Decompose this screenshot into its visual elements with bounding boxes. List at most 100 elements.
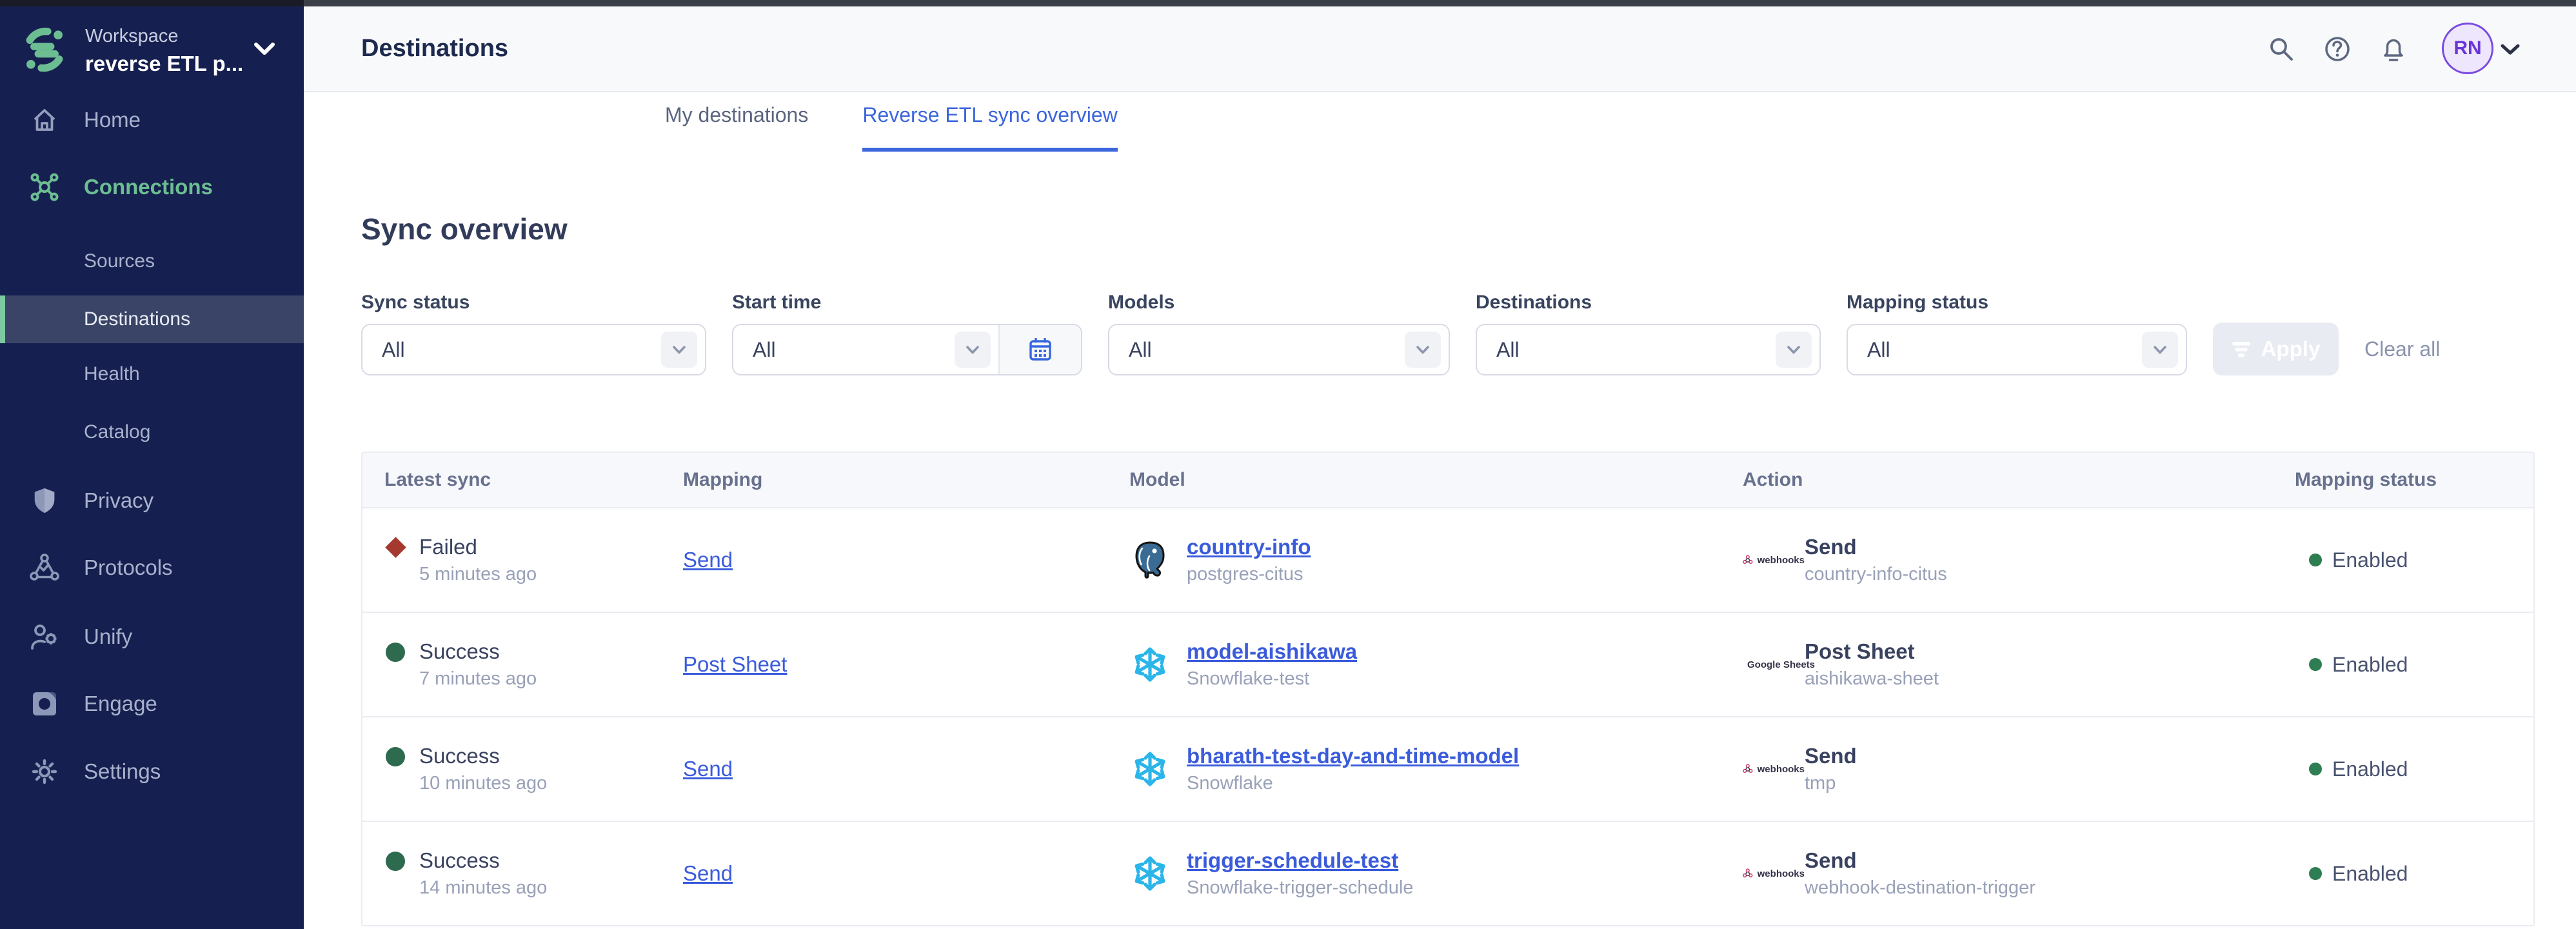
sync-time-text: 7 minutes ago [419,666,537,692]
filter-label: Mapping status [1847,292,2187,314]
mapping-status-select[interactable]: All [1847,324,2187,375]
mapping-cell: Send [683,861,1129,886]
filter-label: Start time [732,292,1082,314]
sidebar-item-label: Destinations [84,308,190,330]
model-link[interactable]: country-info [1187,533,1311,561]
sidebar-item-health[interactable]: Health [0,350,304,398]
action-subtitle: webhook-destination-trigger [1805,875,2036,901]
sidebar-item-connections[interactable]: Connections [0,164,304,210]
mapping-cell: Send [683,757,1129,781]
sidebar-item-label: Catalog [84,421,150,443]
filter-start-time: Start time All [732,292,1082,375]
mapping-link[interactable]: Send [683,757,733,781]
sidebar-item-privacy[interactable]: Privacy [0,477,304,524]
gear-icon [30,757,59,786]
action-cell: webhooks Send tmp [1743,742,2295,796]
avatar[interactable]: RN [2442,23,2493,74]
action-name: Post Sheet [1805,637,1939,666]
chevron-down-icon[interactable] [253,41,276,57]
column-header-mapping-status: Mapping status [2295,469,2533,491]
search-icon[interactable] [2267,35,2295,63]
sidebar-item-label: Home [84,108,141,132]
bell-icon[interactable] [2379,35,2408,63]
sync-status-text: Success [419,742,547,770]
sidebar-item-label: Settings [84,759,161,784]
postgresql-icon [1129,539,1171,581]
action-brand-text: webhooks [1758,555,1805,566]
sidebar-item-home[interactable]: Home [0,97,304,143]
clear-all-link[interactable]: Clear all [2364,323,2440,375]
action-subtitle: tmp [1805,770,1857,796]
sidebar-item-unify[interactable]: Unify [0,614,304,660]
model-cell: bharath-test-day-and-time-model Snowflak… [1129,742,1743,796]
tab-reverse-etl-sync-overview[interactable]: Reverse ETL sync overview [862,103,1117,152]
select-value: All [753,338,955,362]
sidebar-item-label: Health [84,363,140,385]
sync-status-select[interactable]: All [361,324,706,375]
enabled-dot-icon [2309,763,2322,775]
sidebar-item-destinations[interactable]: Destinations [0,295,304,343]
column-header-action: Action [1743,469,2295,491]
help-icon[interactable] [2323,35,2352,63]
mapping-link[interactable]: Send [683,861,733,885]
app-root: Workspace reverse ETL p... Home [0,0,2576,929]
sidebar-item-protocols[interactable]: Protocols [0,544,304,591]
action-cell: webhooks Send country-info-citus [1743,533,2295,587]
calendar-button[interactable] [998,324,1081,375]
mapping-link[interactable]: Send [683,548,733,572]
connections-icon [30,172,59,202]
failed-status-icon [384,538,406,555]
action-name: Send [1805,533,1947,561]
latest-sync-cell: Failed 5 minutes ago [362,533,683,587]
model-cell: model-aishikawa Snowflake-test [1129,637,1743,692]
column-header-model: Model [1129,469,1743,491]
mapping-link[interactable]: Post Sheet [683,652,787,676]
start-time-select[interactable]: All [732,324,1082,375]
select-value: All [1867,338,2142,362]
select-value: All [1129,338,1405,362]
mapping-status-text: Enabled [2332,757,2408,781]
mapping-status-text: Enabled [2332,548,2408,572]
tab-my-destinations[interactable]: My destinations [665,103,808,152]
snowflake-icon [1129,644,1171,685]
filter-models: Models All [1108,292,1450,375]
workspace-switcher[interactable]: Workspace reverse ETL p... [0,19,304,90]
action-cell: webhooks Send webhook-destination-trigge… [1743,846,2295,901]
home-icon [30,105,59,135]
window-top-strip [0,0,2576,6]
model-link[interactable]: trigger-schedule-test [1187,846,1413,875]
success-status-icon [384,747,406,766]
enabled-dot-icon [2309,554,2322,566]
enabled-dot-icon [2309,658,2322,671]
apply-button[interactable]: Apply [2213,323,2339,375]
filter-mapping-status: Mapping status All [1847,292,2187,375]
sidebar-item-catalog[interactable]: Catalog [0,408,304,456]
account-chevron-down-icon[interactable] [2499,43,2521,57]
model-link[interactable]: bharath-test-day-and-time-model [1187,742,1519,770]
filter-bar: Sync status All Start time All [361,292,2440,375]
models-select[interactable]: All [1108,324,1450,375]
table-row: Failed 5 minutes ago Send country-info p… [362,507,2533,612]
sync-time-text: 5 minutes ago [419,561,537,587]
select-value: All [1496,338,1776,362]
model-cell: country-info postgres-citus [1129,533,1743,587]
mapping-status-cell: Enabled [2295,548,2533,572]
avatar-initials: RN [2453,37,2481,59]
model-link[interactable]: model-aishikawa [1187,637,1357,666]
filter-label: Sync status [361,292,706,314]
destinations-select[interactable]: All [1476,324,1821,375]
sidebar-item-settings[interactable]: Settings [0,748,304,795]
sidebar-item-label: Privacy [84,488,154,513]
sync-status-text: Success [419,637,537,666]
sync-overview-table: Latest sync Mapping Model Action Mapping… [361,452,2535,926]
success-status-icon [384,852,406,871]
workspace-name: reverse ETL p... [85,52,243,76]
sidebar-item-sources[interactable]: Sources [0,237,304,285]
table-row: Success 7 minutes ago Post Sheet [362,612,2533,716]
table-header: Latest sync Mapping Model Action Mapping… [362,453,2533,507]
table-row: Success 14 minutes ago Send tri [362,821,2533,925]
protocols-icon [30,553,59,583]
snowflake-icon [1129,853,1171,894]
sidebar-item-engage[interactable]: Engage [0,681,304,727]
action-cell: Google Sheets Post Sheet aishikawa-sheet [1743,637,2295,692]
